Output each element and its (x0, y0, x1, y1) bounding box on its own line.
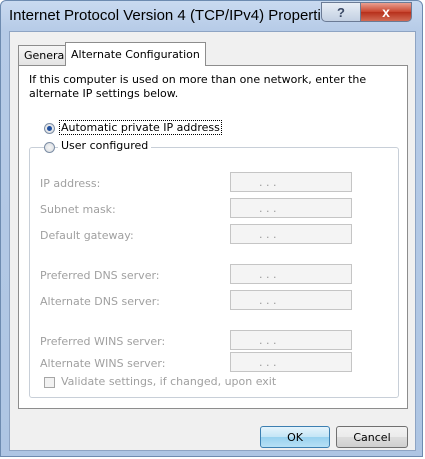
alternate-wins-value: . . . (259, 356, 277, 369)
dialog-client-area: General Alternate Configuration If this … (9, 31, 416, 451)
validate-checkbox[interactable] (44, 377, 55, 388)
preferred-wins-input[interactable]: . . . (230, 330, 352, 350)
tab-alternate-configuration[interactable]: Alternate Configuration (65, 42, 206, 66)
default-gateway-input[interactable]: . . . (230, 224, 352, 244)
subnet-mask-label: Subnet mask: (40, 203, 116, 216)
help-icon: ? (337, 4, 345, 20)
subnet-mask-value: . . . (259, 202, 277, 215)
ip-address-value: . . . (259, 176, 277, 189)
preferred-dns-value: . . . (259, 268, 277, 281)
help-button[interactable]: ? (321, 2, 361, 22)
alternate-wins-label: Alternate WINS server: (40, 357, 166, 370)
ok-button[interactable]: OK (260, 426, 330, 448)
ip-address-input[interactable]: . . . (230, 172, 352, 192)
alternate-dns-value: . . . (259, 294, 277, 307)
tab-panel: If this computer is used on more than on… (18, 65, 408, 409)
alternate-wins-input[interactable]: . . . (230, 352, 352, 372)
user-configured-label[interactable]: User configured (58, 139, 152, 152)
title-bar[interactable]: Internet Protocol Version 4 (TCP/IPv4) P… (1, 1, 422, 31)
intro-text: If this computer is used on more than on… (29, 73, 367, 100)
validate-label: Validate settings, if changed, upon exit (61, 375, 277, 388)
automatic-ip-label[interactable]: Automatic private IP address (59, 120, 222, 135)
automatic-ip-radio[interactable] (44, 123, 55, 134)
cancel-button[interactable]: Cancel (336, 426, 408, 448)
preferred-dns-input[interactable]: . . . (230, 264, 352, 284)
default-gateway-value: . . . (259, 228, 277, 241)
preferred-wins-value: . . . (259, 334, 277, 347)
alternate-dns-input[interactable]: . . . (230, 290, 352, 310)
close-icon: x (382, 4, 390, 20)
alternate-dns-label: Alternate DNS server: (40, 295, 160, 308)
user-configured-radio[interactable] (44, 142, 55, 153)
ip-address-label: IP address: (40, 177, 101, 190)
preferred-dns-label: Preferred DNS server: (40, 269, 160, 282)
window-title: Internet Protocol Version 4 (TCP/IPv4) P… (9, 7, 337, 24)
default-gateway-label: Default gateway: (40, 229, 134, 242)
preferred-wins-label: Preferred WINS server: (40, 335, 166, 348)
dialog-window: Internet Protocol Version 4 (TCP/IPv4) P… (0, 0, 423, 457)
subnet-mask-input[interactable]: . . . (230, 198, 352, 218)
close-button[interactable]: x (360, 2, 412, 22)
